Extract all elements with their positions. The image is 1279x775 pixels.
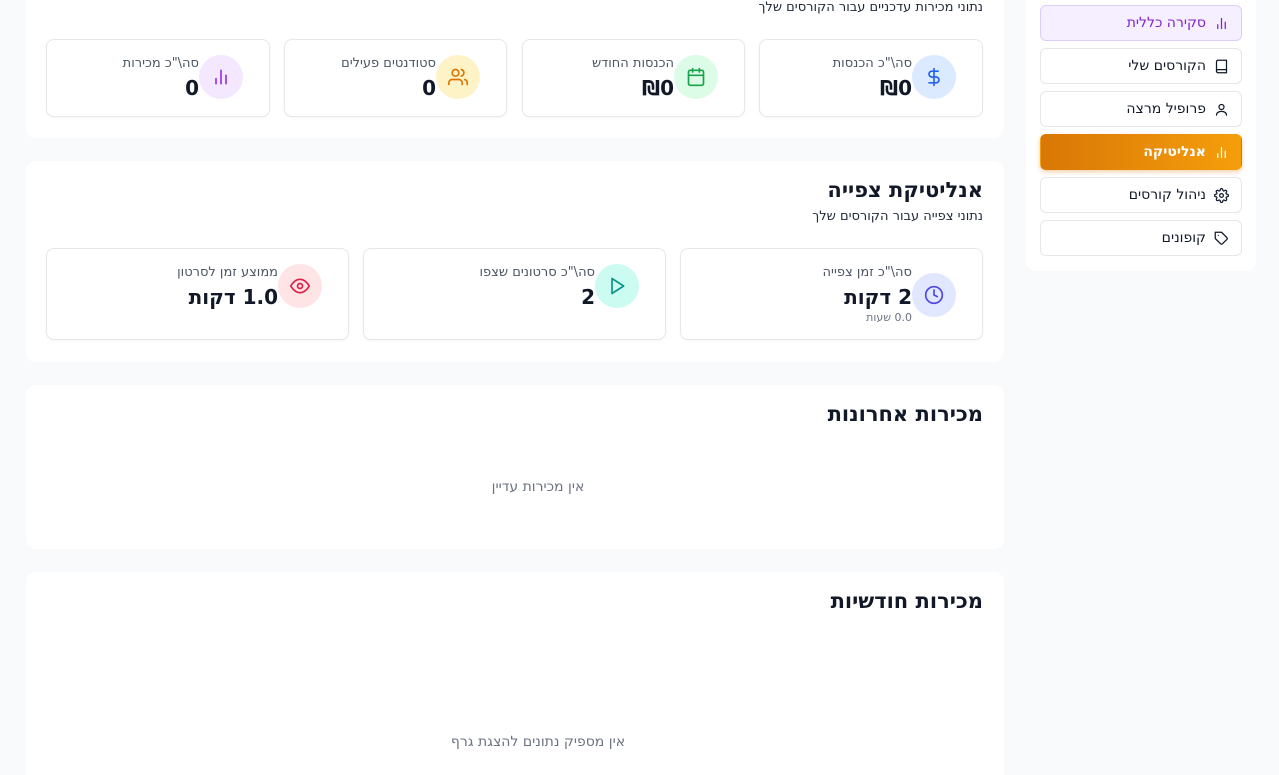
sidebar-item-overview[interactable]: סקירה כללית — [1040, 5, 1242, 41]
avg-time-per-video-card: ממוצע זמן לסרטון 1.0 דקות — [46, 248, 349, 340]
card-value: 2 דקות — [844, 285, 912, 309]
card-label: סה\"כ מכירות — [122, 56, 199, 71]
users-icon — [436, 55, 480, 99]
card-label: ממוצע זמן לסרטון — [177, 265, 278, 280]
sidebar-item-label: סקירה כללית — [1126, 15, 1206, 31]
section-title: אנליטיקת צפייה — [827, 178, 983, 202]
sales-subtitle: נתוני מכירות עדכניים עבור הקורסים שלך — [758, 0, 983, 15]
viewing-analytics-section: אנליטיקת צפייה נתוני צפייה עבור הקורסים … — [26, 161, 1004, 362]
card-label: סה\"כ זמן צפייה — [822, 265, 912, 280]
total-sales-card: סה\"כ מכירות 0 — [46, 39, 270, 117]
card-label: סה\"כ הכנסות — [832, 56, 912, 71]
empty-state-text: אין מכירות עדיין — [491, 479, 585, 495]
card-value: 1.0 דקות — [188, 285, 278, 309]
card-value: ₪0 — [641, 76, 674, 100]
active-students-card: סטודנטים פעילים 0 — [284, 39, 507, 117]
card-value: ₪0 — [879, 76, 912, 100]
section-subtitle: נתוני צפייה עבור הקורסים שלך — [812, 209, 983, 224]
total-watch-time-card: סה\"כ זמן צפייה 2 דקות 0.0 שעות — [680, 248, 983, 340]
sidebar-item-label: אנליטיקה — [1143, 144, 1206, 160]
bar-chart-icon — [1217, 17, 1226, 29]
calendar-icon — [674, 55, 718, 99]
bar-chart-icon — [199, 55, 243, 99]
sidebar-item-my-courses[interactable]: הקורסים שלי — [1040, 48, 1242, 84]
bar-chart-icon — [1217, 146, 1226, 158]
sidebar-item-course-management[interactable]: ניהול קורסים — [1040, 177, 1242, 213]
sidebar-item-label: פרופיל מרצה — [1126, 101, 1206, 117]
sales-section: נתוני מכירות עדכניים עבור הקורסים שלך סה… — [26, 0, 1004, 138]
card-label: סטודנטים פעילים — [341, 56, 436, 71]
card-value: 0 — [185, 76, 199, 100]
play-icon — [595, 264, 639, 308]
card-label: הכנסות החודש — [591, 56, 674, 71]
card-value: 0 — [422, 76, 436, 100]
sidebar-item-analytics[interactable]: אנליטיקה — [1040, 134, 1242, 170]
gear-icon — [1214, 187, 1229, 203]
sidebar: סקירה כללית הקורסים שלי פרופיל מרצה אנלי… — [1026, 0, 1256, 271]
recent-sales-section: מכירות אחרונות אין מכירות עדיין — [26, 385, 1004, 549]
monthly-revenue-card: הכנסות החודש ₪0 — [522, 39, 745, 117]
sidebar-item-coupons[interactable]: קופונים — [1040, 220, 1242, 256]
sidebar-item-label: ניהול קורסים — [1128, 187, 1206, 203]
monthly-sales-section: מכירות חודשיות אין מספיק נתונים להצגת גר… — [26, 572, 1004, 775]
book-icon — [1215, 59, 1228, 73]
tag-icon — [1214, 231, 1228, 245]
section-title: מכירות חודשיות — [830, 589, 983, 613]
total-revenue-card: סה\"כ הכנסות ₪0 — [759, 39, 983, 117]
clock-icon — [912, 273, 956, 317]
sidebar-item-label: קופונים — [1161, 230, 1206, 246]
sidebar-item-lecturer-profile[interactable]: פרופיל מרצה — [1040, 91, 1242, 127]
empty-chart-text: אין מספיק נתונים להצגת גרף — [450, 734, 626, 750]
eye-icon — [278, 264, 322, 308]
card-subvalue: 0.0 שעות — [866, 311, 912, 324]
user-icon — [1215, 103, 1228, 116]
sidebar-item-label: הקורסים שלי — [1128, 58, 1206, 74]
total-videos-watched-card: סה\"כ סרטונים שצפו 2 — [363, 248, 666, 340]
dollar-icon — [912, 55, 956, 99]
card-value: 2 — [581, 285, 595, 309]
section-title: מכירות אחרונות — [827, 402, 983, 426]
card-label: סה\"כ סרטונים שצפו — [479, 265, 596, 280]
